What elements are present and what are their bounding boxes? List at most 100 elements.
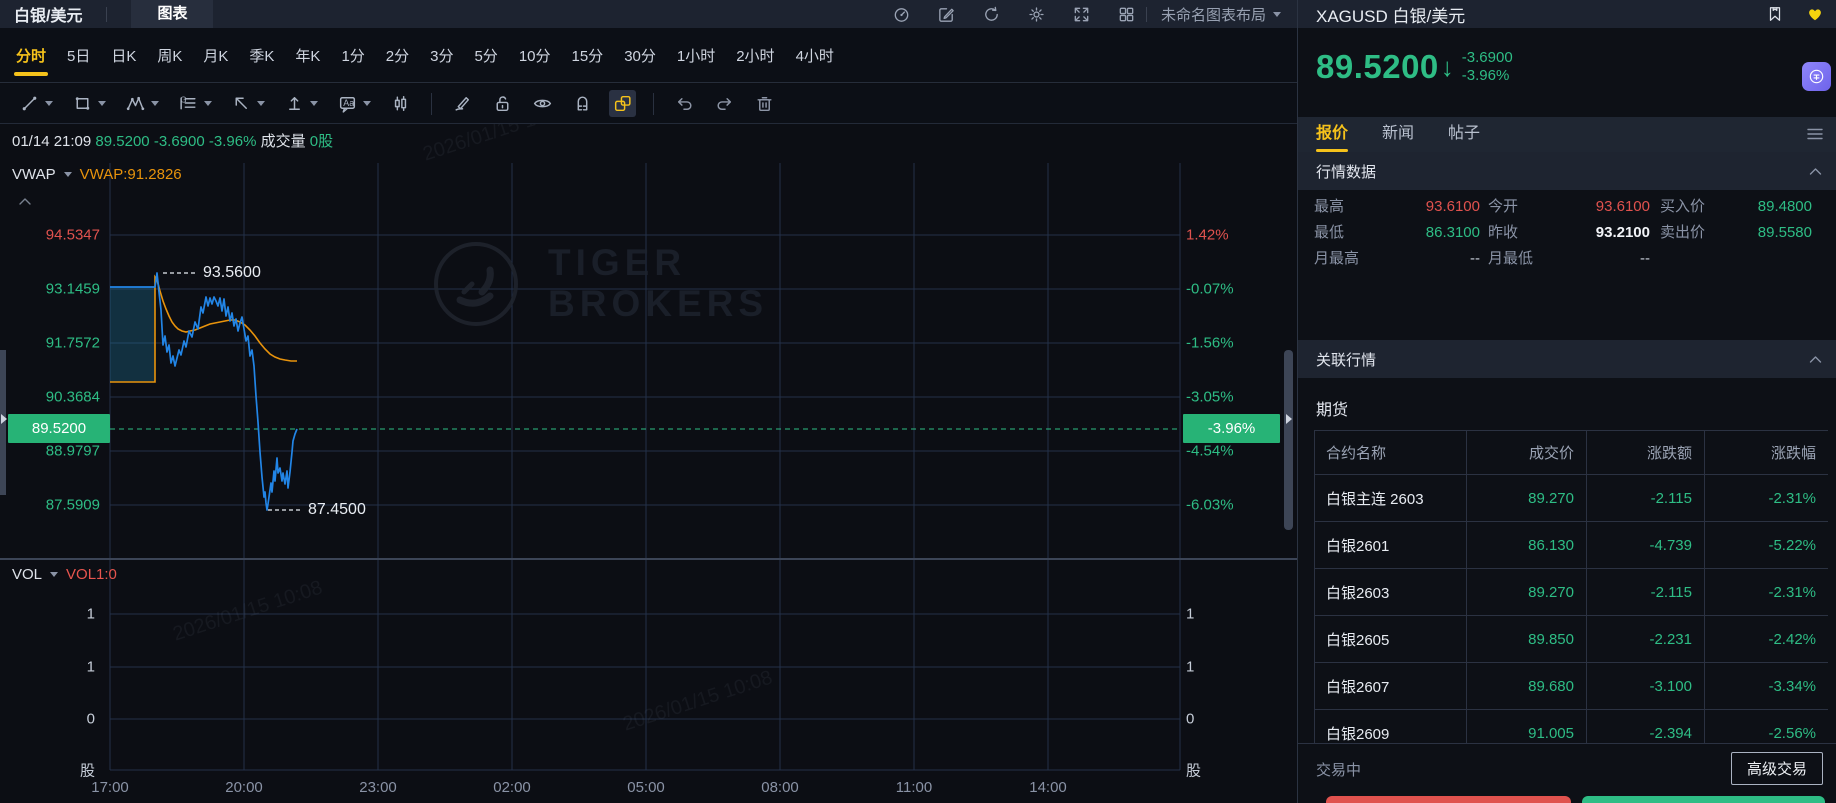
grid-layout-icon[interactable] [1117,5,1136,24]
price-change: -3.6900 [1462,49,1513,67]
chart-layout-selector[interactable]: 未命名图表布局 [1161,4,1281,25]
chevron-down-icon [151,101,159,106]
measure-tool-icon[interactable] [281,90,321,117]
collapse-pane-icon[interactable] [18,196,32,206]
futures-cell: 89.270 [1467,475,1587,522]
vol-axis-label: 0 [1186,711,1194,728]
gann-tool-icon[interactable]: G [175,90,215,117]
favorite-heart-icon[interactable] [1806,5,1824,23]
tab-chart[interactable]: 图表 [131,0,213,28]
quote-label: 今开 [1488,194,1518,220]
futures-cell: 白银2607 [1315,663,1467,710]
symbol-title: 白银/美元 [0,2,96,26]
right-panel-handle[interactable] [1284,350,1293,530]
panel-tab-报价[interactable]: 报价 [1316,117,1348,153]
y-axis-percent-label: -6.03% [1186,497,1234,514]
settings-icon[interactable] [1027,5,1046,24]
advanced-trade-button[interactable]: 高级交易 [1731,752,1823,785]
vol-axis-label: 1 [1186,659,1194,676]
timeframe-4小时[interactable]: 4小时 [796,29,834,82]
related-section-header[interactable]: 关联行情 [1298,340,1836,378]
trash-tool-icon[interactable] [751,90,778,117]
eye-tool-icon[interactable] [529,90,556,117]
price-change-pct: -3.96% [1462,67,1513,85]
futures-cell: 89.270 [1467,569,1587,616]
y-axis-price-label: 93.1459 [0,281,100,298]
timeframe-5分[interactable]: 5分 [474,29,497,82]
info-price: 89.5200 [95,133,149,150]
timeframe-3分[interactable]: 3分 [430,29,453,82]
futures-row[interactable]: 白银主连 260389.270-2.115-2.31% [1315,475,1829,522]
futures-row[interactable]: 白银260789.680-3.100-3.34% [1315,663,1829,710]
bookmark-icon[interactable] [1766,5,1784,23]
text-note-tool-icon[interactable]: Aa [334,90,374,117]
trend-line-tool-icon[interactable] [16,90,56,117]
refresh-icon[interactable] [982,5,1001,24]
panel-header-bar: XAGUSD 白银/美元 [1298,0,1836,28]
edit-icon[interactable] [937,5,956,24]
drawing-toolbar: G Aa [0,84,1297,124]
gauge-icon[interactable] [892,5,911,24]
panel-tab-帖子[interactable]: 帖子 [1448,117,1480,153]
timeframe-日K[interactable]: 日K [111,29,136,82]
vwap-legend[interactable]: VWAP VWAP:91.2826 [12,166,182,183]
quote-label: 月最低 [1488,246,1533,272]
volume-legend[interactable]: VOL VOL1:0 [12,566,117,583]
expand-left-icon[interactable] [1,414,7,424]
timeframe-月K[interactable]: 月K [203,29,228,82]
unlock-tool-icon[interactable] [489,90,516,117]
chevron-down-icon [50,572,58,577]
price-annotation: 93.5600 [203,264,261,282]
quote-label: 买入价 [1660,194,1705,220]
shapes-tool-icon[interactable] [69,90,109,117]
timeframe-1分[interactable]: 1分 [341,29,364,82]
timeframe-10分[interactable]: 10分 [519,29,551,82]
vol-axis-label: 1 [0,659,95,676]
sell-button[interactable] [1582,796,1825,803]
timeframe-周K[interactable]: 周K [157,29,182,82]
timeframe-季K[interactable]: 季K [249,29,274,82]
pattern-wave-tool-icon[interactable] [122,90,162,117]
expand-right-icon[interactable] [1286,414,1292,424]
magnet-tool-icon[interactable] [569,90,596,117]
quote-value: 89.5580 [1700,220,1812,246]
futures-cell: -2.394 [1587,710,1705,744]
link-tool-icon[interactable] [609,90,636,117]
fullscreen-icon[interactable] [1072,5,1091,24]
redo-tool-icon[interactable] [711,90,738,117]
futures-row[interactable]: 白银260991.005-2.394-2.56% [1315,710,1829,744]
timeframe-年K[interactable]: 年K [295,29,320,82]
menu-icon[interactable] [1806,125,1824,143]
timeframe-分时[interactable]: 分时 [16,29,46,82]
trade-assistant-icon[interactable] [1802,62,1831,91]
chevron-up-icon[interactable] [1809,355,1822,364]
futures-row[interactable]: 白银260589.850-2.231-2.42% [1315,616,1829,663]
brush-tool-icon[interactable] [449,90,476,117]
futures-cell: -4.739 [1587,522,1705,569]
arrow-mark-tool-icon[interactable] [228,90,268,117]
timeframe-1小时[interactable]: 1小时 [677,29,715,82]
timeframe-2小时[interactable]: 2小时 [736,29,774,82]
toolbar-separator [653,93,654,115]
candle-pattern-tool-icon[interactable] [387,90,414,117]
timeframe-2分[interactable]: 2分 [386,29,409,82]
timeframe-30分[interactable]: 30分 [624,29,656,82]
x-axis-time-label: 17:00 [91,779,129,796]
info-change: -3.6900 [154,133,205,150]
undo-tool-icon[interactable] [671,90,698,117]
quote-data-section-header[interactable]: 行情数据 [1298,152,1836,190]
futures-row[interactable]: 白银260389.270-2.115-2.31% [1315,569,1829,616]
futures-cell: 89.850 [1467,616,1587,663]
buy-button[interactable] [1326,796,1571,803]
price-annotation: 87.4500 [308,501,366,519]
futures-cell: 86.130 [1467,522,1587,569]
last-price: 89.5200 [1316,48,1439,86]
quote-value: 89.4800 [1700,194,1812,220]
futures-cell: -2.231 [1587,616,1705,663]
panel-tab-新闻[interactable]: 新闻 [1382,117,1414,153]
timeframe-5日[interactable]: 5日 [67,29,90,82]
futures-row[interactable]: 白银260186.130-4.739-5.22% [1315,522,1829,569]
futures-cell: 白银2601 [1315,522,1467,569]
timeframe-15分[interactable]: 15分 [572,29,604,82]
chevron-up-icon[interactable] [1809,167,1822,176]
